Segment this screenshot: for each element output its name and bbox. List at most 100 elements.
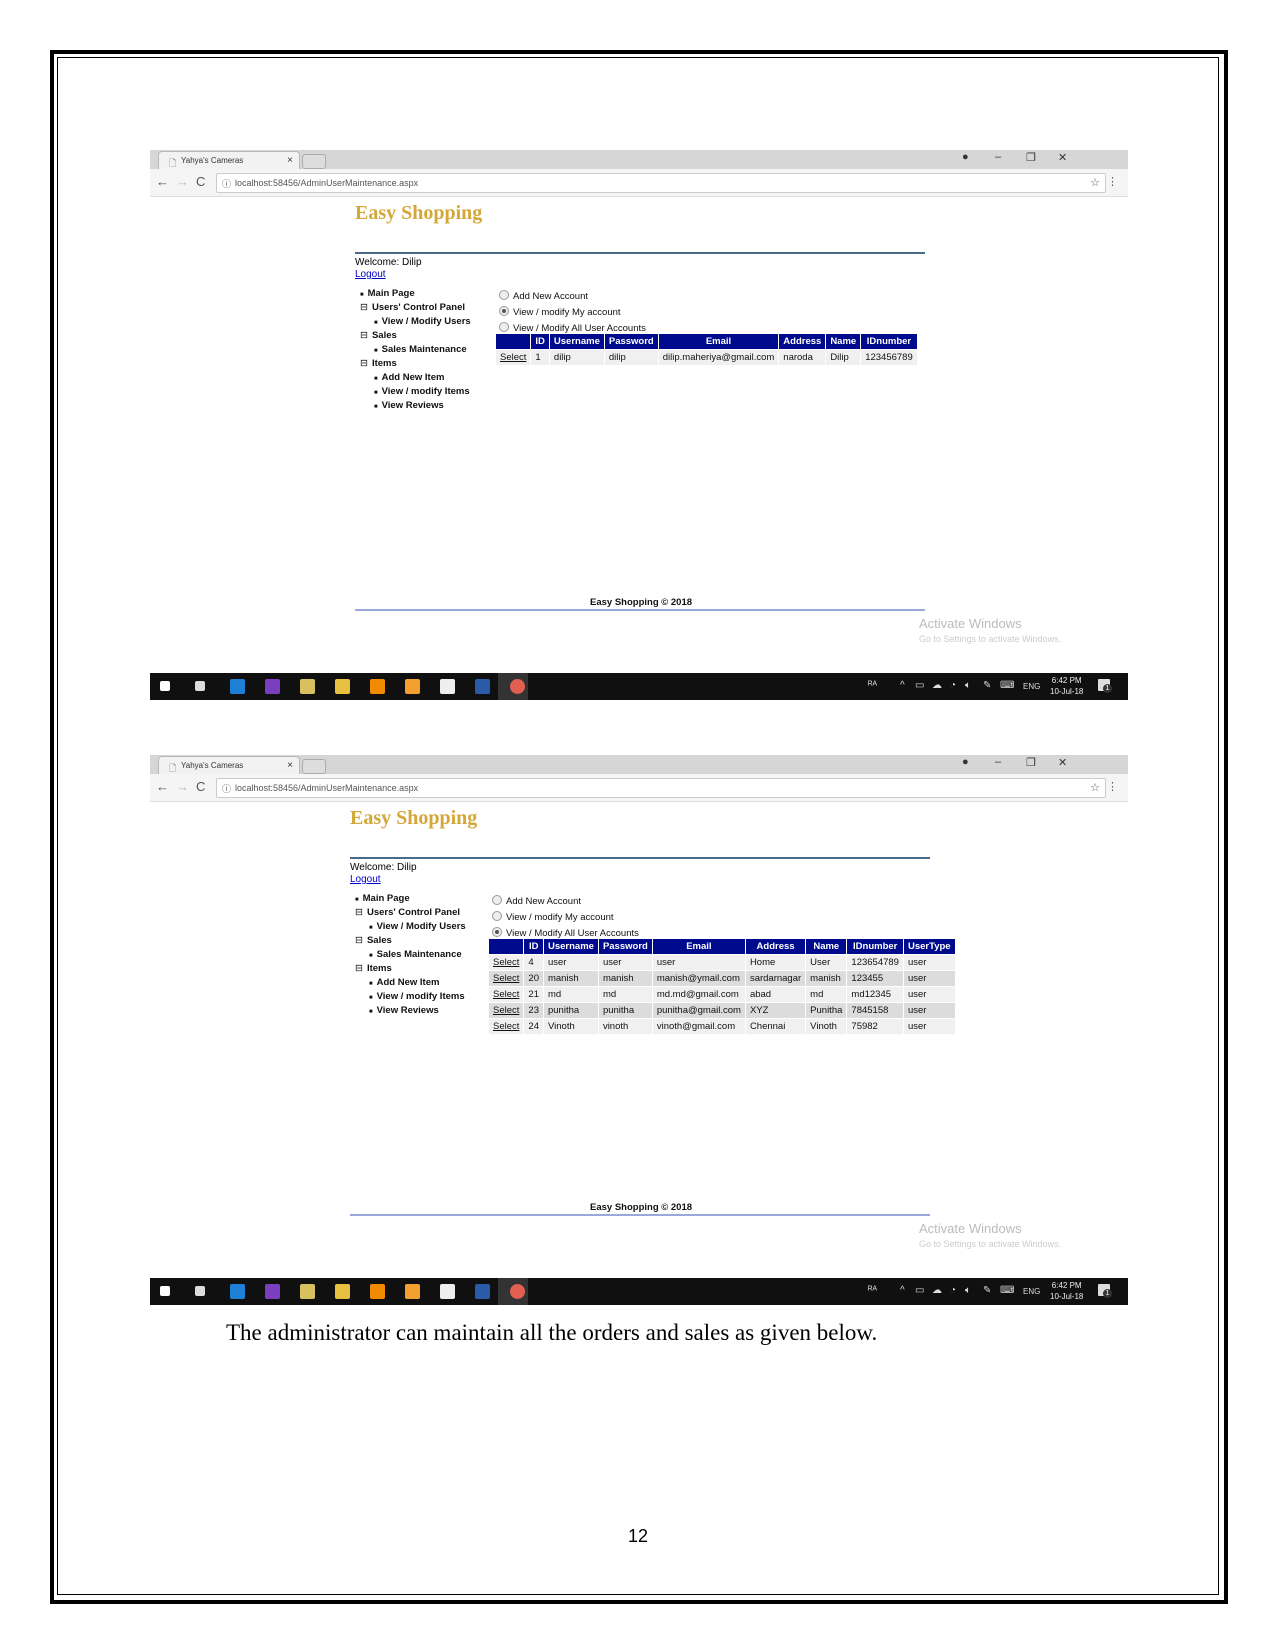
collapse-icon[interactable]: ⊟ xyxy=(355,907,363,918)
language-indicator[interactable]: ENG xyxy=(1023,682,1040,691)
mail-icon[interactable] xyxy=(440,1284,455,1299)
word-icon[interactable] xyxy=(475,1284,490,1299)
close-window-icon[interactable]: ✕ xyxy=(1058,151,1067,164)
minimize-icon[interactable]: – xyxy=(995,756,1001,768)
forward-icon[interactable]: → xyxy=(176,174,189,189)
visual-studio-icon[interactable] xyxy=(265,1284,280,1299)
file-explorer-icon[interactable] xyxy=(335,679,350,694)
select-link[interactable]: Select xyxy=(487,954,525,971)
vlc-icon[interactable] xyxy=(370,1284,385,1299)
browser-menu-icon[interactable]: ⋮ xyxy=(1107,175,1118,188)
file-explorer-icon[interactable] xyxy=(335,1284,350,1299)
menu-item[interactable]: ■ View / modify Items xyxy=(374,386,470,397)
radio-button[interactable] xyxy=(492,895,502,905)
radio-option[interactable]: Add New Account xyxy=(499,290,588,302)
people-icon[interactable]: ᴿᴬ xyxy=(868,680,877,691)
select-link[interactable]: Select xyxy=(494,349,532,366)
pen-icon[interactable]: ✎ xyxy=(983,680,991,691)
menu-item[interactable]: ■ Sales Maintenance xyxy=(374,344,467,355)
radio-option[interactable]: Add New Account xyxy=(492,895,581,907)
select-link[interactable]: Select xyxy=(487,1002,525,1019)
radio-button[interactable] xyxy=(499,306,509,316)
menu-item[interactable]: ■ View Reviews xyxy=(374,400,444,411)
profile-icon[interactable]: ● xyxy=(962,151,969,163)
menu-item[interactable]: ⊟ Users' Control Panel xyxy=(360,302,465,313)
notification-center-icon[interactable]: 1 xyxy=(1098,679,1112,693)
people-icon[interactable]: ᴿᴬ xyxy=(868,1285,877,1296)
collapse-icon[interactable]: ⊟ xyxy=(360,358,368,369)
task-view-icon[interactable] xyxy=(195,681,205,691)
menu-item[interactable]: ⊟ Items xyxy=(360,358,397,369)
radio-button[interactable] xyxy=(499,290,509,300)
close-window-icon[interactable]: ✕ xyxy=(1058,756,1067,769)
app-icon[interactable] xyxy=(405,679,420,694)
menu-item[interactable]: ⊟ Sales xyxy=(360,330,397,341)
url-input[interactable]: ⓘ localhost:58456/AdminUserMaintenance.as… xyxy=(216,778,1106,798)
mail-icon[interactable] xyxy=(440,679,455,694)
collapse-icon[interactable]: ⊟ xyxy=(355,935,363,946)
new-tab-button[interactable] xyxy=(302,154,326,169)
wifi-icon[interactable]: ◔ xyxy=(950,1285,956,1296)
new-tab-button[interactable] xyxy=(302,759,326,774)
edge-browser-icon[interactable] xyxy=(230,1284,245,1299)
info-icon[interactable]: ⓘ xyxy=(222,782,231,795)
forward-icon[interactable]: → xyxy=(176,779,189,794)
show-hidden-icon[interactable]: ^ xyxy=(900,1285,905,1296)
menu-item[interactable]: ⊟ Sales xyxy=(355,935,392,946)
pen-icon[interactable]: ✎ xyxy=(983,1285,991,1296)
menu-item[interactable]: ■ View / Modify Users xyxy=(369,921,466,932)
visual-studio-icon[interactable] xyxy=(265,679,280,694)
show-hidden-icon[interactable]: ^ xyxy=(900,680,905,691)
menu-item[interactable]: ■ Sales Maintenance xyxy=(369,949,462,960)
word-icon[interactable] xyxy=(475,679,490,694)
language-indicator[interactable]: ENG xyxy=(1023,1287,1040,1296)
reload-icon[interactable]: C xyxy=(196,174,205,189)
url-input[interactable]: ⓘ localhost:58456/AdminUserMaintenance.as… xyxy=(216,173,1106,193)
edge-browser-icon[interactable] xyxy=(230,679,245,694)
clock[interactable]: 6:42 PM 10-Jul-18 xyxy=(1050,675,1083,697)
restore-icon[interactable]: ❐ xyxy=(1026,151,1036,164)
wifi-icon[interactable]: ◔ xyxy=(950,680,956,691)
volume-icon[interactable]: 🔈︎ xyxy=(965,680,971,691)
collapse-icon[interactable]: ⊟ xyxy=(360,330,368,341)
minimize-icon[interactable]: – xyxy=(995,151,1001,163)
keyboard-icon[interactable]: ⌨ xyxy=(1000,1285,1014,1296)
reload-icon[interactable]: C xyxy=(196,779,205,794)
menu-item[interactable]: ■ Add New Item xyxy=(374,372,444,383)
tools-icon[interactable] xyxy=(300,679,315,694)
select-link[interactable]: Select xyxy=(487,1018,525,1035)
browser-tab[interactable]: 🗋 Yahya's Cameras × xyxy=(158,151,300,170)
radio-option[interactable]: View / modify My account xyxy=(499,306,621,318)
menu-item[interactable]: ■ Add New Item xyxy=(369,977,439,988)
select-link[interactable]: Select xyxy=(487,970,525,987)
vlc-icon[interactable] xyxy=(370,679,385,694)
menu-item[interactable]: ⊟ Items xyxy=(355,963,392,974)
battery-icon[interactable]: ▭ xyxy=(915,680,924,691)
menu-item[interactable]: ■ Main Page xyxy=(360,288,415,299)
radio-option[interactable]: View / modify My account xyxy=(492,911,614,923)
close-tab-icon[interactable]: × xyxy=(287,760,293,771)
collapse-icon[interactable]: ⊟ xyxy=(360,302,368,313)
bookmark-star-icon[interactable]: ☆ xyxy=(1090,781,1100,794)
windows-start-icon[interactable] xyxy=(160,1286,170,1296)
volume-icon[interactable]: 🔈︎ xyxy=(965,1285,971,1296)
menu-item[interactable]: ■ View / modify Items xyxy=(369,991,465,1002)
menu-item[interactable]: ⊟ Users' Control Panel xyxy=(355,907,460,918)
onedrive-icon[interactable]: ☁ xyxy=(932,680,942,691)
tools-icon[interactable] xyxy=(300,1284,315,1299)
profile-icon[interactable]: ● xyxy=(962,756,969,768)
logout-link[interactable]: Logout xyxy=(350,874,381,885)
windows-start-icon[interactable] xyxy=(160,681,170,691)
keyboard-icon[interactable]: ⌨ xyxy=(1000,680,1014,691)
info-icon[interactable]: ⓘ xyxy=(222,177,231,190)
back-icon[interactable]: ← xyxy=(156,174,169,189)
menu-item[interactable]: ■ View Reviews xyxy=(369,1005,439,1016)
menu-item[interactable]: ■ View / Modify Users xyxy=(374,316,471,327)
menu-item[interactable]: ■ Main Page xyxy=(355,893,410,904)
collapse-icon[interactable]: ⊟ xyxy=(355,963,363,974)
battery-icon[interactable]: ▭ xyxy=(915,1285,924,1296)
bookmark-star-icon[interactable]: ☆ xyxy=(1090,176,1100,189)
browser-tab[interactable]: 🗋 Yahya's Cameras × xyxy=(158,756,300,775)
close-tab-icon[interactable]: × xyxy=(287,155,293,166)
app-icon[interactable] xyxy=(405,1284,420,1299)
